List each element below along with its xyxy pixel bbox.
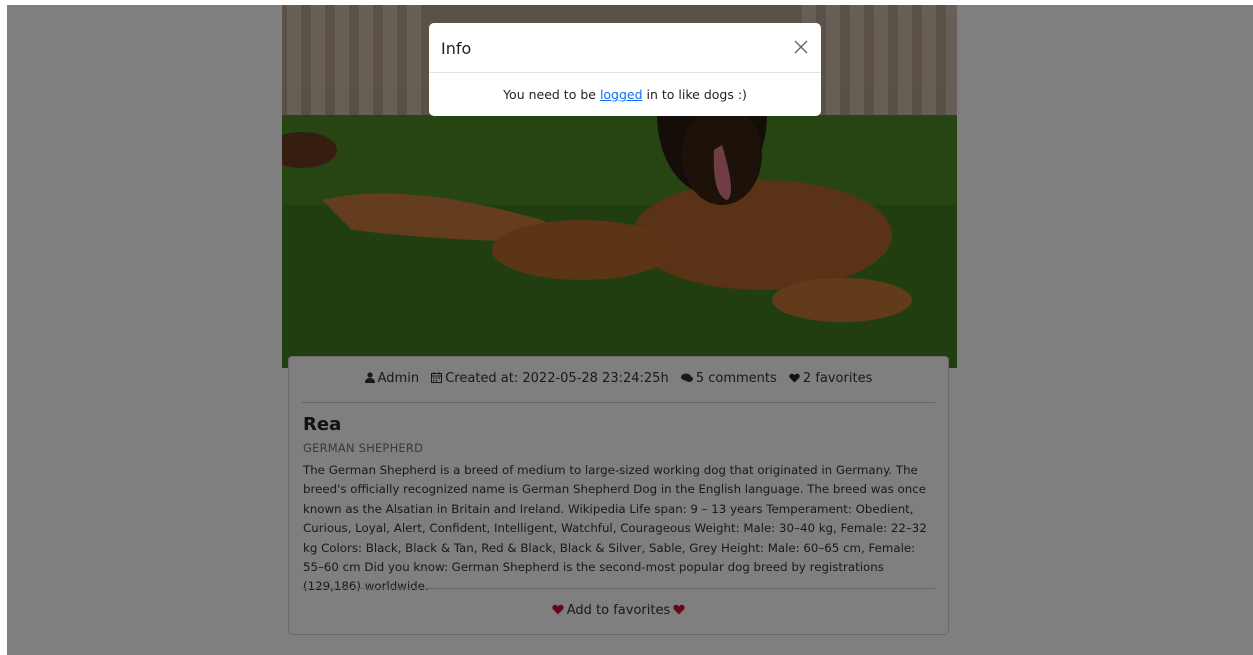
message-after: in to like dogs :) [642, 87, 747, 102]
close-button[interactable] [793, 39, 809, 55]
modal-message: You need to be logged in to like dogs :) [429, 87, 821, 102]
login-link[interactable]: logged [600, 87, 643, 102]
info-modal: Info You need to be logged in to like do… [429, 23, 821, 116]
message-before: You need to be [503, 87, 600, 102]
page: Admin Created at: 2022-05-28 23:24:25h 5… [7, 5, 1253, 655]
modal-title: Info [441, 39, 472, 58]
close-icon [794, 40, 808, 54]
modal-divider [429, 72, 821, 73]
